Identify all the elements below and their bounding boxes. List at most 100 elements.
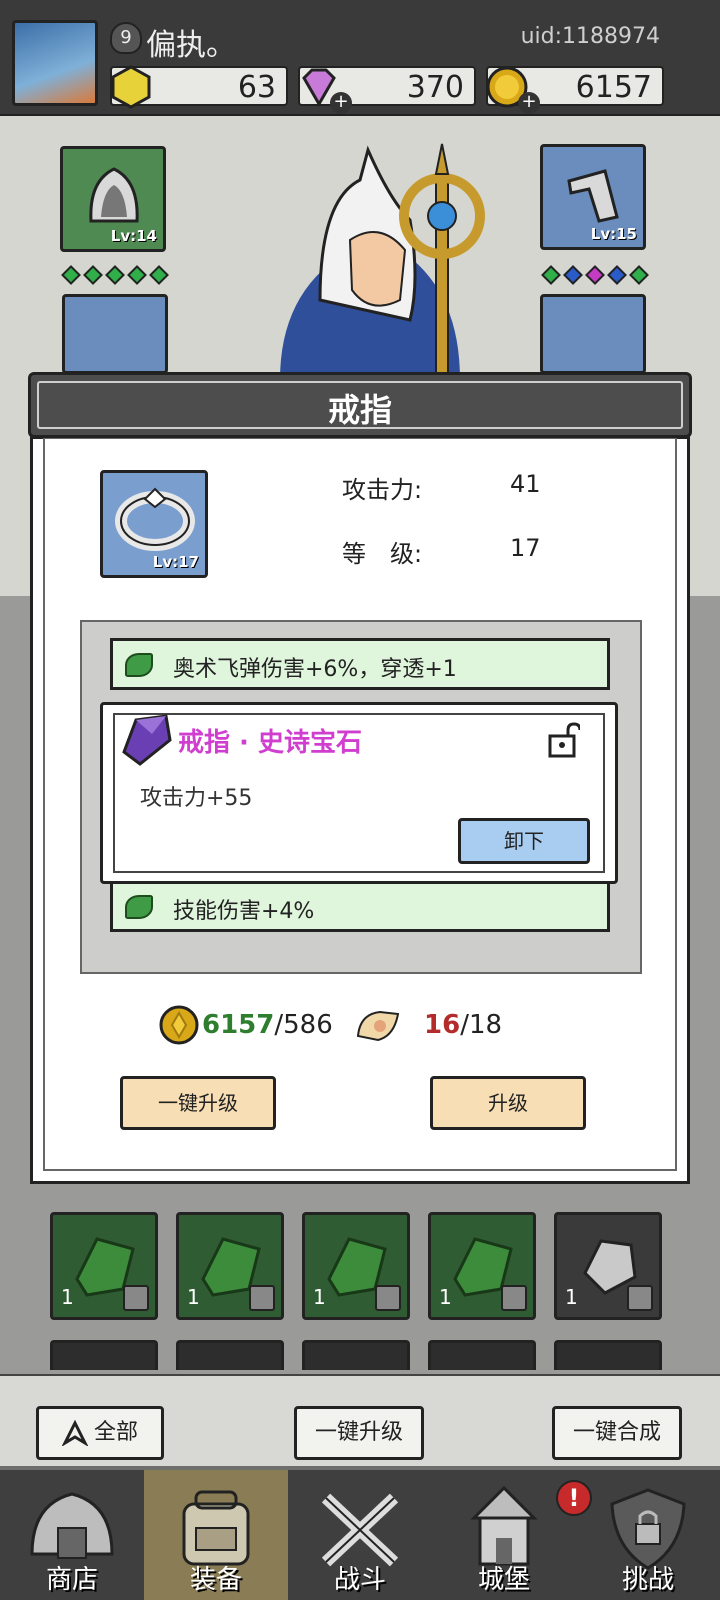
nav-shop[interactable]: 商店 — [0, 1470, 144, 1600]
gem-dot — [149, 265, 169, 285]
inventory-slot[interactable] — [302, 1340, 410, 1370]
bulk-merge-button[interactable]: 一键合成 — [552, 1406, 682, 1460]
item-level: Lv:15 — [590, 225, 637, 243]
modal-title: 戒指 — [327, 391, 392, 429]
player-level-badge: 9 — [110, 22, 142, 54]
add-diamonds-button[interactable]: + — [330, 92, 352, 114]
nav-castle-label: 城堡 — [477, 1565, 530, 1595]
one-click-upgrade-button[interactable]: 一键升级 — [120, 1076, 276, 1130]
equip-slot-bracer[interactable]: Lv:15 — [540, 144, 646, 250]
bulk-upgrade-button[interactable]: 一键升级 — [294, 1406, 424, 1460]
green-leaf-gem-icon — [125, 653, 153, 677]
currency-gold-coins[interactable]: + 6157 — [486, 66, 664, 114]
scroll-owned: 16 — [424, 1010, 461, 1040]
inventory-slot[interactable] — [428, 1340, 536, 1370]
gold-gem-icon — [111, 65, 151, 109]
item-level: Lv:14 — [110, 227, 157, 245]
inventory-slot[interactable]: 1 — [302, 1212, 410, 1320]
ring-icon — [115, 487, 195, 551]
helmet-gem-row — [61, 265, 172, 285]
gem-dot — [629, 265, 649, 285]
currency-value: 6157 — [575, 70, 652, 105]
scroll-cost: 16/18 — [424, 1010, 502, 1040]
inventory-slot[interactable] — [554, 1340, 662, 1370]
item-count: 1 — [565, 1285, 578, 1309]
scroll-icon — [356, 1010, 400, 1042]
gold-required: /586 — [274, 1010, 333, 1040]
upgrade-button[interactable]: 升级 — [430, 1076, 586, 1130]
inventory-slot[interactable]: 1 — [176, 1212, 284, 1320]
scroll-required: /18 — [460, 1010, 503, 1040]
attack-value: 41 — [510, 470, 541, 498]
gem-dot — [83, 265, 103, 285]
gem-dot — [105, 265, 125, 285]
filter-all-button[interactable]: 全部 — [36, 1406, 164, 1460]
player-name: 偏执。 — [146, 28, 236, 63]
slot-type-tag — [627, 1285, 653, 1311]
bracer-gem-row — [541, 265, 652, 285]
nav-shop-label: 商店 — [45, 1565, 98, 1595]
ring-item-icon: Lv:17 — [100, 470, 208, 578]
gem-dot — [541, 265, 561, 285]
nav-equip-label: 装备 — [189, 1565, 242, 1595]
gem-title: 戒指 · 史诗宝石 — [178, 728, 362, 758]
currency-value: 63 — [237, 70, 276, 105]
purple-gem-icon — [122, 714, 172, 766]
nav-equip[interactable]: 装备 — [144, 1470, 288, 1600]
bonus-text: 技能伤害+4% — [173, 899, 315, 924]
inventory-slot[interactable]: 1 — [428, 1212, 536, 1320]
bonus-row: 技能伤害+4% — [110, 880, 610, 932]
bonus-row: 奥术飞弹伤害+6%，穿透+1 — [110, 638, 610, 690]
inventory-slot[interactable] — [50, 1340, 158, 1370]
slot-type-tag — [123, 1285, 149, 1311]
currency-gold-gems: 63 — [110, 65, 288, 109]
level-label: 等 级: — [342, 540, 423, 568]
gem-dot — [585, 265, 605, 285]
item-count: 1 — [313, 1285, 326, 1309]
slot-type-tag — [375, 1285, 401, 1311]
item-count: 1 — [187, 1285, 200, 1309]
nav-battle-label: 战斗 — [333, 1565, 386, 1595]
gem-dot — [607, 265, 627, 285]
filter-all-label: 全部 — [93, 1420, 138, 1445]
unlocked-padlock-icon[interactable] — [548, 722, 580, 758]
hero-mage-illustration — [280, 143, 485, 380]
gem-dot — [563, 265, 583, 285]
item-level: Lv:17 — [152, 553, 199, 571]
bonus-text: 奥术飞弹伤害+6%，穿透+1 — [173, 657, 457, 682]
hood-icon — [89, 167, 139, 223]
gold-coin-icon — [159, 1005, 199, 1045]
gem-stat: 攻击力+55 — [140, 786, 253, 811]
bracer-icon — [567, 169, 619, 223]
inventory-slot[interactable]: 1 — [554, 1212, 662, 1320]
nav-challenge-label: 挑战 — [621, 1565, 674, 1595]
equip-slot-armor[interactable] — [62, 294, 168, 374]
nav-challenge[interactable]: 挑战 — [576, 1470, 720, 1600]
modal-header: 戒指 — [28, 372, 692, 438]
green-leaf-gem-icon — [125, 895, 153, 919]
item-count: 1 — [61, 1285, 74, 1309]
gem-dot — [61, 265, 81, 285]
attack-label: 攻击力: — [342, 476, 423, 504]
level-value: 17 — [510, 534, 541, 562]
nav-battle[interactable]: 战斗 — [288, 1470, 432, 1600]
currency-diamonds[interactable]: + 370 — [298, 66, 476, 114]
item-count: 1 — [439, 1285, 452, 1309]
currency-value: 370 — [406, 70, 464, 105]
avatar[interactable] — [12, 20, 98, 106]
inventory-slot[interactable]: 1 — [50, 1212, 158, 1320]
inventory-slot[interactable] — [176, 1340, 284, 1370]
gem-dot — [127, 265, 147, 285]
triangle-filter-icon — [61, 1419, 89, 1447]
notification-badge: ! — [556, 1480, 592, 1516]
gold-cost: 6157/586 — [202, 1010, 333, 1040]
gold-owned: 6157 — [202, 1010, 275, 1040]
nav-castle[interactable]: 城堡 — [432, 1470, 576, 1600]
player-uid: uid:1188974 — [520, 24, 660, 49]
slot-type-tag — [501, 1285, 527, 1311]
slot-type-tag — [249, 1285, 275, 1311]
equip-slot-helmet[interactable]: Lv:14 — [60, 146, 166, 252]
equip-slot-ring[interactable] — [540, 294, 646, 374]
unequip-gem-button[interactable]: 卸下 — [458, 818, 590, 864]
add-coins-button[interactable]: + — [518, 92, 540, 114]
